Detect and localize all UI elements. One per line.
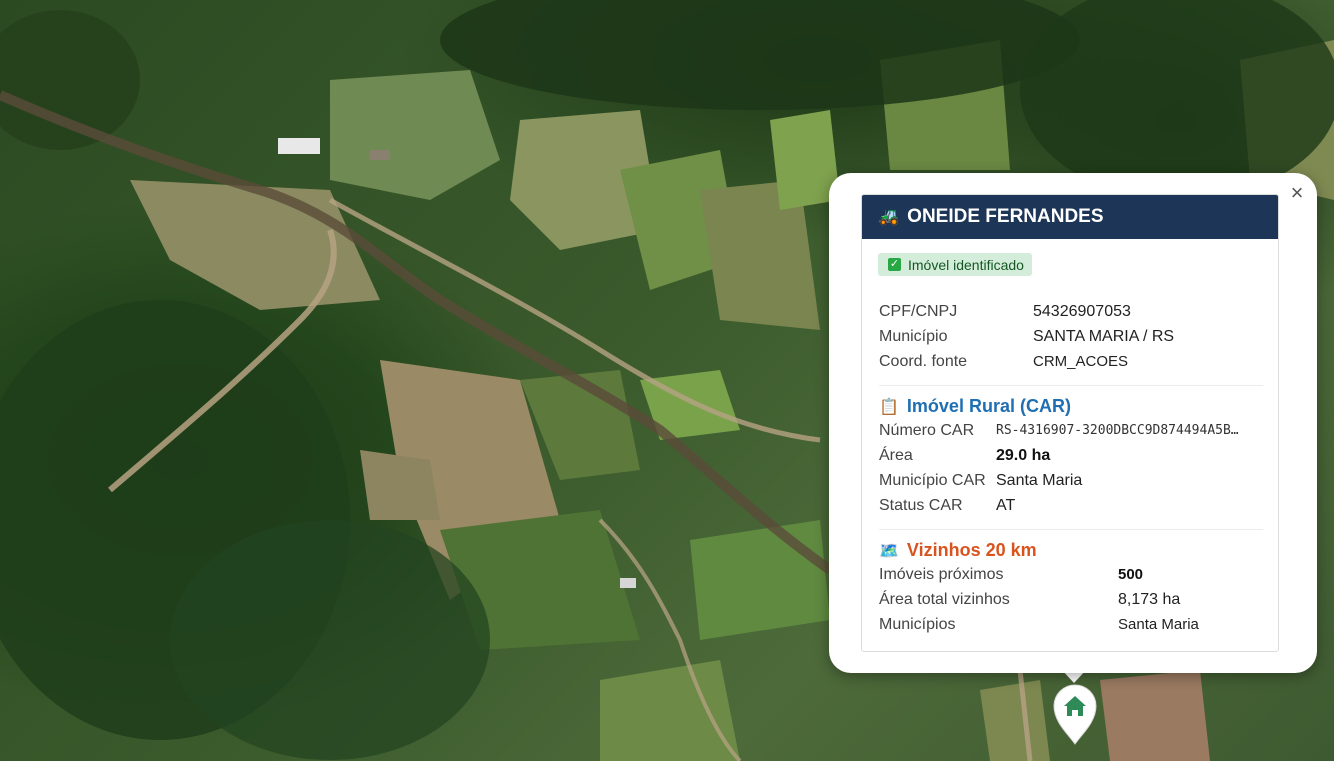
status-badge: ✓ Imóvel identificado — [878, 253, 1032, 276]
divider — [879, 529, 1263, 530]
municipio-label: Município — [879, 328, 948, 345]
divider — [879, 385, 1263, 386]
greenhouse — [278, 138, 320, 154]
marker-pin — [1053, 684, 1097, 745]
cpf-value: 54326907053 — [1033, 303, 1131, 320]
tractor-icon: 🚜 — [878, 207, 900, 226]
car-section-title: 📋 Imóvel Rural (CAR) — [879, 395, 1071, 417]
field — [1100, 670, 1210, 761]
area-label: Área — [879, 447, 913, 464]
field — [360, 450, 440, 520]
proximos-value: 500 — [1118, 566, 1144, 583]
check-icon: ✓ — [888, 258, 901, 271]
map-icon: 🗺️ — [879, 543, 899, 560]
coord-value: CRM_ACOES — [1033, 353, 1129, 370]
field — [690, 520, 830, 640]
municipios-label: Municípios — [879, 616, 956, 633]
area-vizinhos-value: 8,173 ha — [1118, 591, 1181, 608]
municipio-car-value: Santa Maria — [996, 472, 1083, 489]
proximos-label: Imóveis próximos — [879, 566, 1004, 583]
numero-car-label: Número CAR — [879, 422, 975, 439]
status-car-label: Status CAR — [879, 497, 963, 514]
car-title: Imóvel Rural (CAR) — [906, 396, 1071, 416]
card-header: 🚜 ONEIDE FERNANDES — [862, 195, 1278, 239]
building — [370, 150, 390, 160]
badge-label: Imóvel identificado — [908, 256, 1024, 273]
cpf-label: CPF/CNPJ — [879, 303, 958, 320]
coord-label: Coord. fonte — [879, 353, 968, 370]
property-card: 🚜 ONEIDE FERNANDES ✓ Imóvel identificado… — [861, 194, 1279, 652]
owner-name: ONEIDE FERNANDES — [907, 206, 1104, 227]
area-value: 29.0 ha — [996, 447, 1051, 464]
forest — [170, 520, 490, 760]
vizinhos-title: Vizinhos 20 km — [906, 540, 1037, 560]
info-popup: × 🚜 ONEIDE FERNANDES ✓ Imóvel identifica… — [829, 173, 1317, 673]
field — [130, 180, 380, 310]
field — [980, 680, 1050, 761]
map-marker[interactable] — [1052, 682, 1098, 746]
close-button[interactable]: × — [1287, 182, 1307, 204]
municipio-car-label: Município CAR — [879, 472, 986, 489]
field — [330, 70, 500, 200]
status-car-value: AT — [996, 497, 1016, 514]
forest — [1020, 0, 1334, 200]
building — [620, 578, 636, 588]
area-vizinhos-label: Área total vizinhos — [879, 591, 1010, 608]
municipio-value: SANTA MARIA / RS — [1033, 328, 1175, 345]
vizinhos-section-title: 🗺️ Vizinhos 20 km — [879, 539, 1037, 561]
field — [600, 660, 740, 761]
municipios-value: Santa Maria — [1118, 616, 1199, 633]
clipboard-icon: 📋 — [879, 399, 899, 416]
numero-car-value: RS-4316907-3200DBCC9D874494A5B… — [996, 423, 1239, 438]
